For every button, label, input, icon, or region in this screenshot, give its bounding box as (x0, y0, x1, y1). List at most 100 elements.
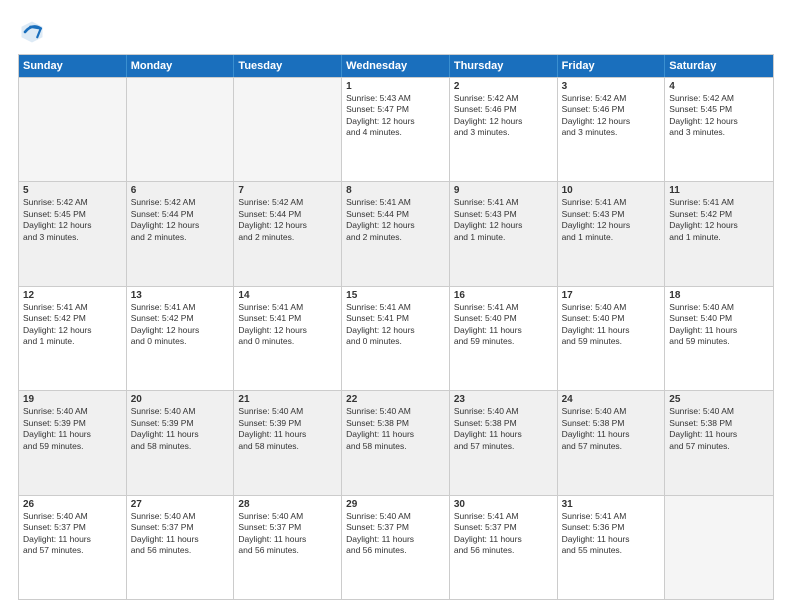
cell-line: and 56 minutes. (238, 545, 337, 556)
cell-line: and 57 minutes. (454, 441, 553, 452)
cell-line: Sunrise: 5:43 AM (346, 93, 445, 104)
day-number: 1 (346, 81, 445, 92)
cell-line: Daylight: 11 hours (454, 429, 553, 440)
day-number: 24 (562, 394, 661, 405)
day-number: 4 (669, 81, 769, 92)
cell-line: Sunset: 5:39 PM (131, 418, 230, 429)
calendar-cell-0-4: 2Sunrise: 5:42 AMSunset: 5:46 PMDaylight… (450, 78, 558, 181)
cell-line: Sunrise: 5:40 AM (669, 406, 769, 417)
cell-line: Daylight: 12 hours (346, 116, 445, 127)
cell-line: and 2 minutes. (346, 232, 445, 243)
cell-line: Sunrise: 5:40 AM (238, 406, 337, 417)
calendar-cell-4-0: 26Sunrise: 5:40 AMSunset: 5:37 PMDayligh… (19, 496, 127, 599)
day-number: 13 (131, 290, 230, 301)
cell-line: Sunrise: 5:40 AM (562, 302, 661, 313)
calendar-cell-0-3: 1Sunrise: 5:43 AMSunset: 5:47 PMDaylight… (342, 78, 450, 181)
day-number: 27 (131, 499, 230, 510)
calendar-row-2: 12Sunrise: 5:41 AMSunset: 5:42 PMDayligh… (19, 286, 773, 390)
calendar-cell-2-0: 12Sunrise: 5:41 AMSunset: 5:42 PMDayligh… (19, 287, 127, 390)
day-number: 21 (238, 394, 337, 405)
cell-line: and 56 minutes. (131, 545, 230, 556)
cell-line: Sunset: 5:38 PM (346, 418, 445, 429)
cell-line: Sunset: 5:40 PM (562, 313, 661, 324)
cell-line: Sunset: 5:42 PM (669, 209, 769, 220)
header-cell-thursday: Thursday (450, 55, 558, 77)
cell-line: Daylight: 11 hours (346, 429, 445, 440)
header-cell-tuesday: Tuesday (234, 55, 342, 77)
cell-line: Sunset: 5:42 PM (131, 313, 230, 324)
calendar-cell-3-2: 21Sunrise: 5:40 AMSunset: 5:39 PMDayligh… (234, 391, 342, 494)
cell-line: and 59 minutes. (454, 336, 553, 347)
cell-line: Sunset: 5:38 PM (669, 418, 769, 429)
cell-line: Daylight: 11 hours (23, 534, 122, 545)
header-cell-sunday: Sunday (19, 55, 127, 77)
cell-line: and 0 minutes. (131, 336, 230, 347)
cell-line: Sunset: 5:45 PM (669, 104, 769, 115)
day-number: 29 (346, 499, 445, 510)
cell-line: and 57 minutes. (562, 441, 661, 452)
cell-line: Sunrise: 5:40 AM (238, 511, 337, 522)
cell-line: and 0 minutes. (346, 336, 445, 347)
logo-icon (18, 18, 46, 46)
day-number: 15 (346, 290, 445, 301)
cell-line: Daylight: 11 hours (346, 534, 445, 545)
cell-line: Daylight: 11 hours (454, 534, 553, 545)
day-number: 30 (454, 499, 553, 510)
cell-line: Sunrise: 5:40 AM (23, 511, 122, 522)
cell-line: and 4 minutes. (346, 127, 445, 138)
cell-line: Daylight: 11 hours (23, 429, 122, 440)
cell-line: Sunset: 5:41 PM (238, 313, 337, 324)
cell-line: Sunrise: 5:42 AM (562, 93, 661, 104)
cell-line: Sunset: 5:37 PM (238, 522, 337, 533)
cell-line: Sunrise: 5:41 AM (454, 511, 553, 522)
cell-line: and 57 minutes. (23, 545, 122, 556)
cell-line: Sunrise: 5:42 AM (669, 93, 769, 104)
calendar-cell-4-1: 27Sunrise: 5:40 AMSunset: 5:37 PMDayligh… (127, 496, 235, 599)
calendar-cell-1-2: 7Sunrise: 5:42 AMSunset: 5:44 PMDaylight… (234, 182, 342, 285)
day-number: 23 (454, 394, 553, 405)
day-number: 8 (346, 185, 445, 196)
day-number: 16 (454, 290, 553, 301)
cell-line: Sunset: 5:43 PM (454, 209, 553, 220)
calendar-cell-4-5: 31Sunrise: 5:41 AMSunset: 5:36 PMDayligh… (558, 496, 666, 599)
cell-line: Sunset: 5:46 PM (562, 104, 661, 115)
calendar-header-row: SundayMondayTuesdayWednesdayThursdayFrid… (19, 55, 773, 77)
calendar-row-4: 26Sunrise: 5:40 AMSunset: 5:37 PMDayligh… (19, 495, 773, 599)
day-number: 31 (562, 499, 661, 510)
cell-line: and 1 minute. (562, 232, 661, 243)
cell-line: Sunrise: 5:40 AM (346, 406, 445, 417)
calendar-cell-2-4: 16Sunrise: 5:41 AMSunset: 5:40 PMDayligh… (450, 287, 558, 390)
cell-line: Sunrise: 5:41 AM (669, 197, 769, 208)
calendar-row-0: 1Sunrise: 5:43 AMSunset: 5:47 PMDaylight… (19, 77, 773, 181)
day-number: 3 (562, 81, 661, 92)
cell-line: and 58 minutes. (238, 441, 337, 452)
header-cell-friday: Friday (558, 55, 666, 77)
cell-line: Sunrise: 5:40 AM (131, 511, 230, 522)
calendar-cell-2-2: 14Sunrise: 5:41 AMSunset: 5:41 PMDayligh… (234, 287, 342, 390)
cell-line: Daylight: 12 hours (346, 325, 445, 336)
calendar-cell-4-4: 30Sunrise: 5:41 AMSunset: 5:37 PMDayligh… (450, 496, 558, 599)
cell-line: Sunrise: 5:42 AM (238, 197, 337, 208)
calendar-cell-4-3: 29Sunrise: 5:40 AMSunset: 5:37 PMDayligh… (342, 496, 450, 599)
cell-line: Daylight: 11 hours (562, 429, 661, 440)
calendar-cell-4-2: 28Sunrise: 5:40 AMSunset: 5:37 PMDayligh… (234, 496, 342, 599)
cell-line: Daylight: 12 hours (23, 325, 122, 336)
cell-line: Sunrise: 5:41 AM (23, 302, 122, 313)
cell-line: Daylight: 12 hours (454, 220, 553, 231)
cell-line: Sunrise: 5:41 AM (346, 302, 445, 313)
calendar-cell-0-5: 3Sunrise: 5:42 AMSunset: 5:46 PMDaylight… (558, 78, 666, 181)
cell-line: Sunset: 5:44 PM (346, 209, 445, 220)
calendar-cell-2-3: 15Sunrise: 5:41 AMSunset: 5:41 PMDayligh… (342, 287, 450, 390)
calendar-cell-1-5: 10Sunrise: 5:41 AMSunset: 5:43 PMDayligh… (558, 182, 666, 285)
cell-line: Sunrise: 5:41 AM (454, 302, 553, 313)
header (18, 18, 774, 46)
cell-line: Daylight: 11 hours (238, 534, 337, 545)
cell-line: and 59 minutes. (562, 336, 661, 347)
calendar-cell-4-6 (665, 496, 773, 599)
calendar-cell-1-1: 6Sunrise: 5:42 AMSunset: 5:44 PMDaylight… (127, 182, 235, 285)
calendar-cell-2-5: 17Sunrise: 5:40 AMSunset: 5:40 PMDayligh… (558, 287, 666, 390)
cell-line: Daylight: 11 hours (454, 325, 553, 336)
calendar-row-3: 19Sunrise: 5:40 AMSunset: 5:39 PMDayligh… (19, 390, 773, 494)
cell-line: Daylight: 12 hours (131, 220, 230, 231)
cell-line: Sunset: 5:39 PM (23, 418, 122, 429)
